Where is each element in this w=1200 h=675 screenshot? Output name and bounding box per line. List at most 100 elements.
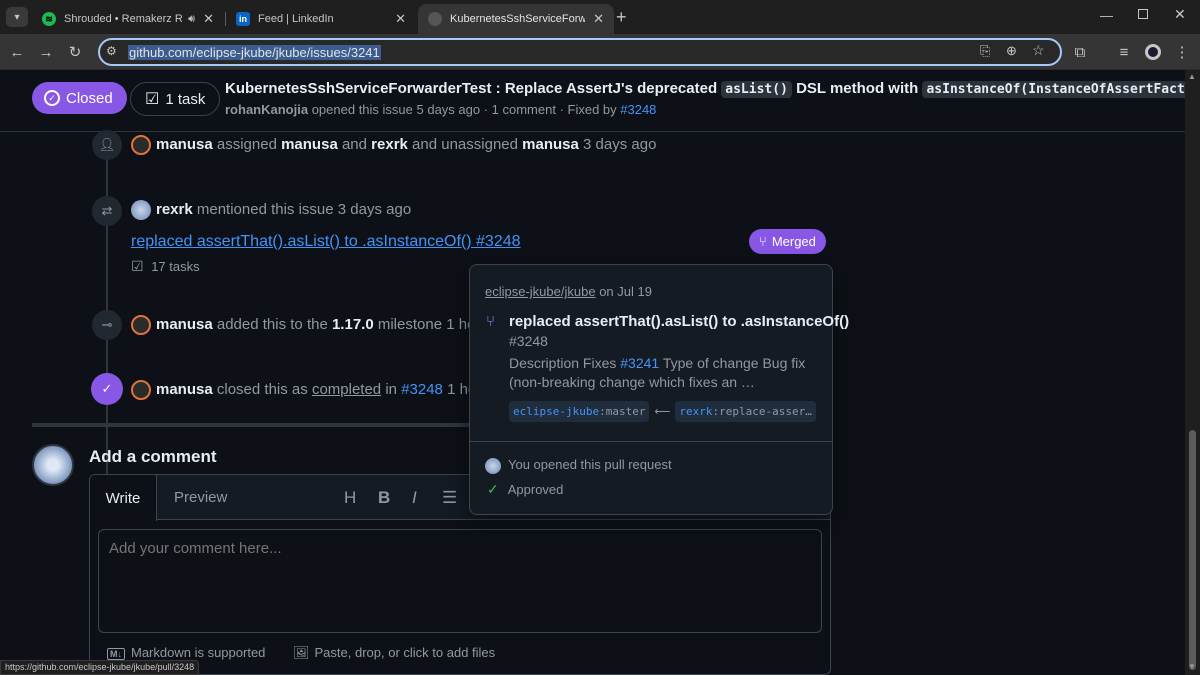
avatar[interactable] — [131, 200, 151, 220]
completed-link[interactable]: completed — [312, 381, 381, 398]
minimize-button[interactable]: — — [1100, 8, 1113, 23]
tasks-button[interactable]: ☑ 1 task — [130, 82, 221, 116]
issue-state-label: Closed — [66, 89, 113, 107]
zoom-icon[interactable]: ⊕ — [1006, 43, 1017, 59]
hovercard-date: on Jul 19 — [599, 284, 652, 299]
install-app-icon[interactable]: ⎘ — [980, 43, 990, 59]
issue-author-link[interactable]: rohanKanojia — [225, 102, 308, 117]
head-branch-name: :replace-asser… — [712, 405, 812, 418]
event-text: closed this as — [216, 380, 308, 398]
heading-icon[interactable]: H — [344, 488, 356, 508]
bookmark-star-icon[interactable]: ☆ — [1032, 42, 1045, 59]
event-text: in — [385, 380, 398, 398]
event-text: and — [341, 135, 367, 153]
event-time[interactable]: 3 days ago — [583, 136, 656, 153]
comment-textarea[interactable] — [98, 529, 822, 633]
link-status-bar: https://github.com/eclipse-jkube/jkube/p… — [0, 660, 200, 675]
arrow-left-icon: ⟵ — [654, 406, 671, 418]
issue-sticky-header: ✓ Closed ☑ 1 task KubernetesSshServiceFo… — [0, 70, 1185, 132]
hovercard-pr-number: #3248 — [509, 333, 548, 349]
title-code: asList() — [721, 81, 792, 98]
attach-files[interactable]: 🖼︎ Paste, drop, or click to add files — [293, 645, 495, 661]
scrollbar-thumb[interactable] — [1189, 430, 1196, 670]
forward-button[interactable]: → — [34, 40, 58, 64]
italic-icon[interactable]: I — [412, 488, 417, 508]
reload-button[interactable]: ↻ — [63, 40, 87, 64]
scroll-down-arrow[interactable]: ▼ — [1188, 662, 1196, 671]
pr-reference-link[interactable]: replaced assertThat().asList() to .asIns… — [131, 233, 521, 251]
user-link[interactable]: manusa — [281, 136, 338, 153]
tab-title: Feed | LinkedIn — [258, 13, 334, 25]
restore-button[interactable] — [1138, 9, 1148, 19]
approved-label: Approved — [507, 482, 564, 497]
current-user-avatar[interactable] — [32, 444, 74, 486]
checklist-icon: ☑ — [145, 91, 160, 108]
tab-github-issue[interactable]: KubernetesSshServiceForwarderTest : Repl… — [418, 4, 614, 34]
pr-hovercard: eclipse-jkube/jkube on Jul 19 ⑂ replaced… — [469, 264, 849, 515]
user-link[interactable]: manusa — [522, 136, 579, 153]
base-owner: eclipse-jkube — [513, 405, 600, 418]
event-text: mentioned this issue 3 days ago — [196, 200, 412, 218]
avatar[interactable] — [131, 380, 151, 400]
hovercard-pr-title[interactable]: replaced assertThat().asList() to .asIns… — [509, 313, 849, 330]
base-branch-name: :master — [599, 405, 646, 418]
user-link[interactable]: rexrk — [371, 136, 408, 153]
close-icon[interactable]: ✕ — [203, 11, 214, 27]
pr-link[interactable]: #3248 — [401, 381, 443, 398]
quote-icon[interactable]: ☰ — [442, 488, 457, 508]
close-icon[interactable]: ✕ — [395, 11, 406, 27]
new-tab-button[interactable]: + — [616, 7, 627, 28]
back-button[interactable]: ← — [5, 40, 29, 64]
bold-icon[interactable]: B — [378, 488, 390, 508]
browser-toolbar: ← → ↻ ⚙ github.com/eclipse-jkube/jkube/i… — [0, 34, 1200, 70]
image-icon: 🖼︎ — [293, 645, 310, 660]
person-icon: 👤︎ — [92, 130, 122, 160]
markdown-hint[interactable]: M↓ Markdown is supported — [107, 645, 265, 660]
extensions-icon[interactable]: ⧉ — [1068, 40, 1092, 64]
fixed-by-link[interactable]: #3248 — [620, 102, 656, 117]
avatar[interactable] — [131, 135, 151, 155]
browser-tab-bar: ▾ ≋ Shrouded • Remakerz Rk, RexRK 🔊︎ ✕ i… — [0, 0, 1200, 34]
linkedin-icon: in — [236, 12, 250, 26]
merged-label: Merged — [771, 234, 816, 249]
tab-title: KubernetesSshServiceForwarderTest : Repl — [450, 13, 586, 25]
cross-reference-icon: ⇄ — [92, 196, 122, 226]
milestone-icon: ⊸ — [92, 310, 122, 340]
title-text: KubernetesSshServiceForwarderTest : Repl… — [225, 80, 718, 97]
hovercard-approved: ✓ Approved — [487, 481, 563, 498]
close-window-button[interactable]: ✕ — [1174, 6, 1186, 23]
actor-link[interactable]: manusa — [156, 136, 213, 153]
actor-link[interactable]: rexrk — [156, 201, 193, 218]
timeline-event-mentioned: rexrk mentioned this issue 3 days ago — [131, 200, 411, 220]
scroll-up-arrow[interactable]: ▲ — [1188, 72, 1196, 81]
address-bar[interactable]: ⚙ github.com/eclipse-jkube/jkube/issues/… — [98, 38, 1062, 66]
tab-preview[interactable]: Preview — [174, 489, 227, 506]
close-icon[interactable]: ✕ — [593, 11, 604, 27]
speaker-icon[interactable]: 🔊︎ — [188, 13, 195, 26]
tab-linkedin[interactable]: in Feed | LinkedIn ✕ — [226, 4, 416, 34]
check-circle-icon: ✓ — [44, 90, 60, 106]
page-scrollbar[interactable]: ▲ ▼ — [1185, 70, 1200, 675]
opened-label: You opened this pull request — [508, 457, 672, 472]
browser-menu-icon[interactable]: ⋮ — [1170, 40, 1194, 64]
tab-write[interactable]: Write — [90, 475, 157, 521]
milestone-link[interactable]: 1.17.0 — [332, 316, 374, 333]
markdown-icon: M↓ — [107, 647, 125, 660]
site-info-icon[interactable]: ⚙ — [106, 44, 117, 58]
tasks-label: 1 task — [165, 90, 206, 108]
actor-link[interactable]: manusa — [156, 381, 213, 398]
tab-search-button[interactable]: ▾ — [6, 7, 28, 27]
avatar[interactable] — [131, 315, 151, 335]
head-branch: rexrk:replace-asser… — [675, 401, 816, 422]
desc-text: (non-breaking change which fixes an … — [509, 374, 755, 390]
tab-spotify[interactable]: ≋ Shrouded • Remakerz Rk, RexRK 🔊︎ ✕ — [32, 4, 224, 34]
profile-avatar-icon[interactable] — [1141, 40, 1165, 64]
media-controls-icon[interactable]: ≡ — [1112, 40, 1136, 64]
desc-issue-link[interactable]: #3241 — [620, 355, 659, 371]
repo-link[interactable]: eclipse-jkube/jkube — [485, 284, 596, 299]
url-text[interactable]: github.com/eclipse-jkube/jkube/issues/32… — [128, 45, 381, 60]
hovercard-opened: You opened this pull request — [485, 457, 672, 474]
tab-title: Shrouded • Remakerz Rk, RexRK — [64, 13, 183, 25]
head-owner: rexrk — [679, 405, 713, 418]
actor-link[interactable]: manusa — [156, 316, 213, 333]
